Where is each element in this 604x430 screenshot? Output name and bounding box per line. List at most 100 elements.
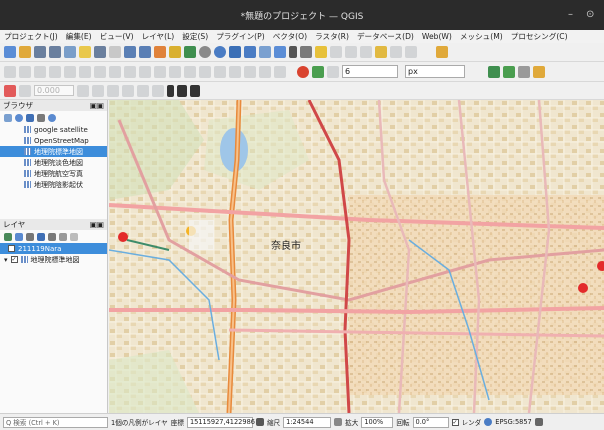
lock-icon[interactable] (334, 418, 343, 426)
add-part-icon[interactable] (94, 65, 106, 78)
unit-select[interactable]: px (405, 65, 465, 78)
topology-icon[interactable] (488, 65, 500, 78)
pan-to-selection-icon[interactable] (19, 46, 31, 58)
simplify-icon[interactable] (64, 65, 76, 78)
pencil-icon[interactable] (375, 46, 387, 58)
rotation-field[interactable]: 0.0° (412, 416, 449, 428)
merge-attributes-icon[interactable] (229, 65, 241, 78)
mouse-icon[interactable] (255, 418, 264, 426)
layer-checkbox[interactable]: ✓ (8, 245, 15, 252)
add-layer-icon[interactable] (4, 113, 12, 122)
restore-button[interactable]: ⊙ (586, 9, 594, 20)
zoom-full-icon[interactable] (64, 46, 76, 58)
expand-arrow-icon[interactable]: ▾ (4, 256, 8, 264)
menu-project[interactable]: プロジェクト(J) (0, 31, 62, 42)
label-toggle-icon[interactable] (19, 84, 31, 97)
menu-edit[interactable]: 編集(E) (62, 31, 96, 42)
merge-features-icon[interactable] (214, 65, 226, 78)
filter-icon[interactable] (37, 232, 45, 241)
layer-item-selected[interactable]: ✓ 211119Nara (0, 243, 107, 254)
close-x-icon[interactable] (518, 65, 530, 78)
browser-item[interactable]: google satellite (0, 124, 107, 135)
layer-checkbox[interactable]: ✓ (10, 256, 18, 263)
undo-icon[interactable] (259, 65, 271, 78)
pan-icon[interactable] (4, 46, 16, 58)
attribute-table-icon[interactable] (244, 46, 256, 58)
opacity-field[interactable]: 0.000 (34, 85, 74, 96)
coord-field[interactable]: 15115927,4122986 (186, 416, 255, 428)
remove-layer-icon[interactable] (70, 232, 78, 241)
menu-processing[interactable]: プロセシング(C) (507, 31, 572, 42)
browser-item[interactable]: OpenStreetMap (0, 135, 107, 146)
new-bookmark-icon[interactable] (154, 46, 166, 58)
menu-database[interactable]: データベース(D) (353, 31, 418, 42)
zoom-out-icon[interactable] (49, 46, 61, 58)
browser-item[interactable]: 地理院陰影起伏 (0, 179, 107, 190)
visibility-icon[interactable] (26, 232, 34, 241)
layer-item[interactable]: ▾ ✓ 地理院標準地図 (0, 254, 107, 265)
map-svg[interactable]: 奈良市 (109, 100, 604, 413)
field-calculator-icon[interactable] (259, 46, 271, 58)
menu-raster[interactable]: ラスタ(R) (311, 31, 353, 42)
label-rotate-icon[interactable] (122, 84, 134, 97)
split-features-icon[interactable] (184, 65, 196, 78)
magnet-icon[interactable] (297, 65, 309, 78)
properties-icon[interactable] (48, 113, 56, 122)
browser-item-selected[interactable]: 地理院標準地図 (0, 146, 107, 157)
show-bookmarks-icon[interactable] (169, 46, 181, 58)
zoom-field[interactable]: 100% (361, 416, 394, 428)
text-annotation-icon[interactable] (345, 46, 357, 58)
node-tool-icon[interactable] (19, 65, 31, 78)
add-feature-icon[interactable] (405, 46, 417, 58)
rotate-point-icon[interactable] (244, 65, 256, 78)
vertex-tool-icon[interactable] (4, 65, 16, 78)
minimize-button[interactable]: – (568, 9, 573, 20)
menu-web[interactable]: Web(W) (418, 32, 456, 41)
trace-icon[interactable] (533, 65, 545, 78)
measure-line-icon[interactable] (167, 84, 174, 97)
fill-ring-icon[interactable] (109, 65, 121, 78)
locator-search[interactable]: Q 検索 (Ctrl + K) (3, 416, 108, 428)
snapping-icon[interactable] (312, 65, 324, 78)
temporal-icon[interactable] (184, 46, 196, 58)
collapse-icon[interactable] (37, 113, 45, 122)
menu-vector[interactable]: ベクタ(O) (269, 31, 311, 42)
snap-config-icon[interactable] (503, 65, 515, 78)
edit-icon[interactable] (360, 46, 372, 58)
move-feature-icon[interactable] (34, 65, 46, 78)
sum-icon[interactable] (289, 46, 297, 58)
snap-type-icon[interactable] (327, 65, 339, 78)
delete-ring-icon[interactable] (124, 65, 136, 78)
map-tips-icon[interactable] (330, 46, 342, 58)
reshape-icon[interactable] (154, 65, 166, 78)
crs-label[interactable]: EPSG:5857 (495, 418, 531, 426)
label-show-icon[interactable] (92, 84, 104, 97)
label-change-icon[interactable] (137, 84, 149, 97)
zoom-in-icon[interactable] (34, 46, 46, 58)
messages-icon[interactable] (534, 418, 543, 426)
redo-icon[interactable] (274, 65, 286, 78)
width-spinbox[interactable]: 6 (342, 65, 398, 78)
zoom-layer-icon[interactable] (94, 46, 106, 58)
map-layout-icon[interactable] (177, 84, 187, 97)
filter-icon[interactable] (26, 113, 34, 122)
label-icon[interactable] (4, 84, 16, 97)
menu-layer[interactable]: レイヤ(L) (138, 31, 179, 42)
menu-view[interactable]: ビュー(V) (96, 31, 138, 42)
refresh-icon[interactable] (15, 113, 23, 122)
zoom-last-icon[interactable] (124, 46, 136, 58)
add-group-icon[interactable] (15, 232, 23, 241)
split-parts-icon[interactable] (199, 65, 211, 78)
style-icon[interactable] (4, 232, 12, 241)
zoom-next-icon[interactable] (139, 46, 151, 58)
refresh-icon[interactable] (214, 46, 226, 58)
add-ring-icon[interactable] (79, 65, 91, 78)
render-checkbox[interactable]: ✓ (451, 418, 459, 426)
browser-item[interactable]: 地理院淡色地図 (0, 157, 107, 168)
annotation-icon[interactable] (315, 46, 327, 58)
menu-mesh[interactable]: メッシュ(M) (456, 31, 507, 42)
identify-icon[interactable] (229, 46, 241, 58)
panel-float-icon[interactable]: ▣▣ (90, 101, 104, 110)
rotate-feature-icon[interactable] (49, 65, 61, 78)
measure-icon[interactable] (300, 46, 312, 58)
